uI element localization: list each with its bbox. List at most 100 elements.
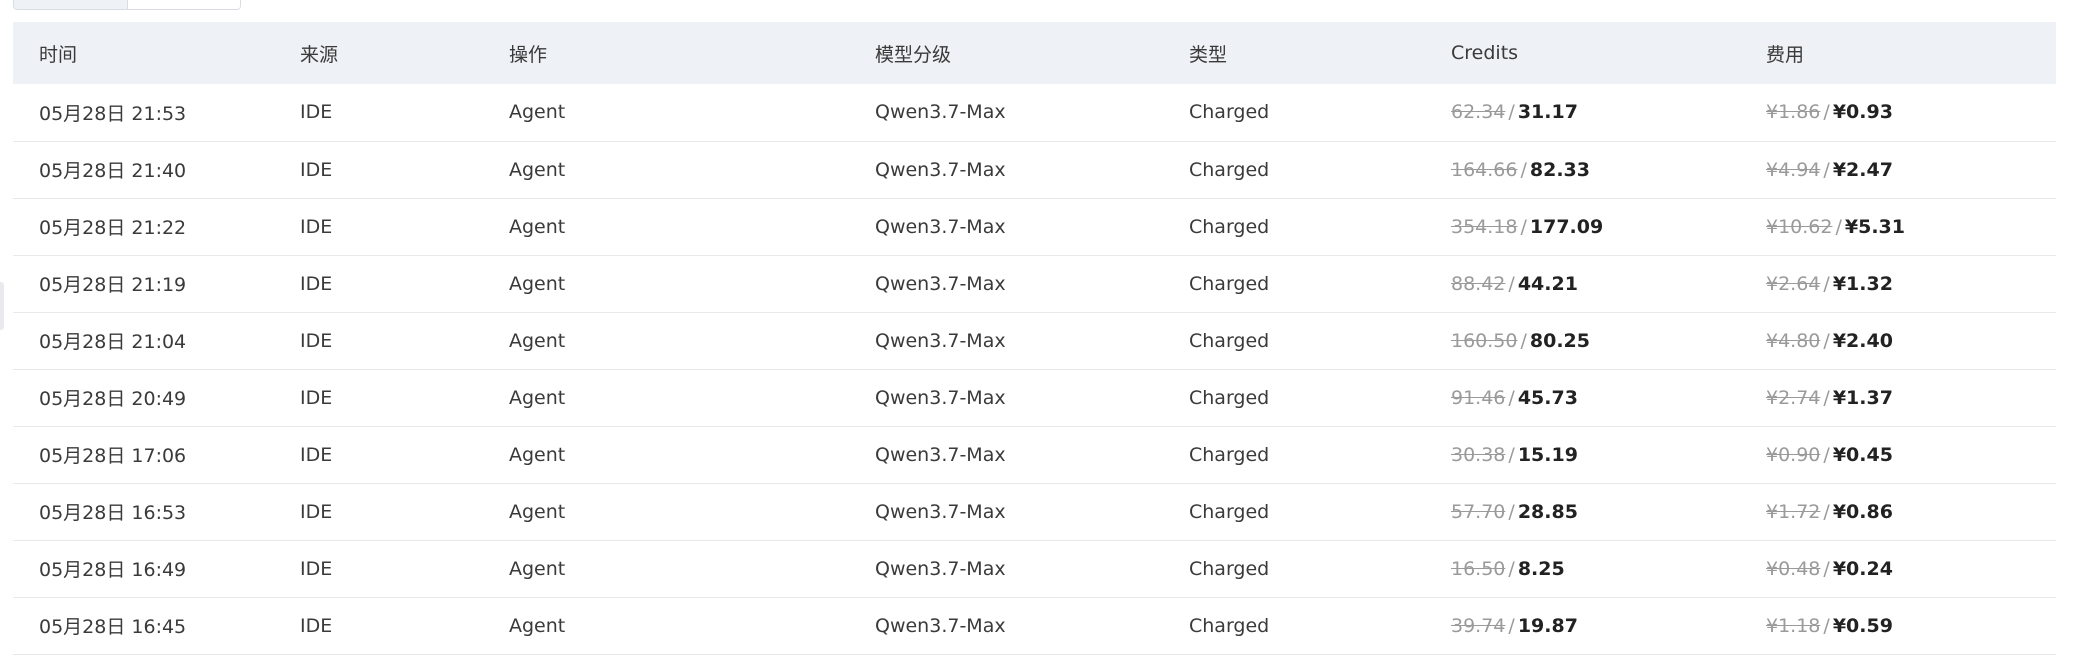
credits-original: 39.74 [1451, 614, 1506, 637]
credits-original: 16.50 [1451, 557, 1506, 580]
cell-type: Charged [1189, 386, 1270, 409]
cell-source: IDE [300, 557, 333, 580]
table-row: 05月28日 21:22 IDE Agent Qwen3.7-Max Charg… [13, 198, 2056, 255]
separator: / [1508, 557, 1515, 580]
cell-source: IDE [300, 386, 333, 409]
cell-model: Qwen3.7-Max [875, 329, 1006, 352]
cell-source: IDE [300, 272, 333, 295]
cell-credits: 91.46/45.73 [1425, 369, 1740, 426]
cell-fee: ¥4.94/¥2.47 [1740, 141, 2056, 198]
credits-actual: 177.09 [1529, 215, 1604, 238]
cell-model: Qwen3.7-Max [875, 386, 1006, 409]
fee-actual: ¥1.37 [1832, 386, 1893, 409]
fee-actual: ¥1.32 [1832, 272, 1893, 295]
cell-model: Qwen3.7-Max [875, 101, 1006, 124]
cell-fee: ¥2.74/¥1.37 [1740, 369, 2056, 426]
fee-original: ¥4.80 [1766, 329, 1821, 352]
cell-operation: Agent [509, 443, 566, 466]
credits-actual: 45.73 [1517, 386, 1578, 409]
segment-tab-1[interactable] [14, 0, 128, 9]
credits-actual: 44.21 [1517, 272, 1578, 295]
fee-original: ¥0.90 [1766, 443, 1821, 466]
cell-time: 05月28日 21:19 [39, 274, 187, 296]
segment-tab-2[interactable] [127, 0, 240, 9]
credits-actual: 8.25 [1517, 557, 1565, 580]
cell-source: IDE [300, 443, 333, 466]
cell-fee: ¥1.86/¥0.93 [1740, 84, 2056, 141]
cell-fee: ¥1.18/¥0.59 [1740, 597, 2056, 654]
header-operation: 操作 [509, 43, 548, 66]
table-header: 时间 来源 操作 模型分级 类型 Credits 费用 [13, 22, 2056, 84]
cell-type: Charged [1189, 557, 1270, 580]
table-row: 05月28日 21:53 IDE Agent Qwen3.7-Max Charg… [13, 84, 2056, 141]
cell-operation: Agent [509, 614, 566, 637]
separator: / [1823, 101, 1830, 124]
credits-actual: 15.19 [1517, 443, 1578, 466]
cell-fee: ¥10.62/¥5.31 [1740, 198, 2056, 255]
cell-operation: Agent [509, 329, 566, 352]
fee-actual: ¥0.86 [1832, 500, 1893, 523]
separator: / [1835, 215, 1842, 238]
header-row: 时间 来源 操作 模型分级 类型 Credits 费用 [13, 22, 2056, 84]
cell-fee: ¥4.80/¥2.40 [1740, 312, 2056, 369]
cell-source: IDE [300, 158, 333, 181]
fee-actual: ¥2.40 [1832, 329, 1893, 352]
separator: / [1508, 101, 1515, 124]
cell-source: IDE [300, 329, 333, 352]
fee-original: ¥2.74 [1766, 386, 1821, 409]
cell-model: Qwen3.7-Max [875, 500, 1006, 523]
separator: / [1823, 386, 1830, 409]
usage-table-container: 时间 来源 操作 模型分级 类型 Credits 费用 05月28日 21:53… [13, 22, 2056, 655]
cell-model: Qwen3.7-Max [875, 272, 1006, 295]
cell-source: IDE [300, 500, 333, 523]
fee-original: ¥2.64 [1766, 272, 1821, 295]
fee-actual: ¥0.59 [1832, 614, 1893, 637]
cell-credits: 354.18/177.09 [1425, 198, 1740, 255]
credits-actual: 28.85 [1517, 500, 1578, 523]
cell-type: Charged [1189, 272, 1270, 295]
segmented-control [13, 0, 241, 10]
table-row: 05月28日 21:04 IDE Agent Qwen3.7-Max Charg… [13, 312, 2056, 369]
header-credits: Credits [1451, 42, 1519, 64]
scroll-handle[interactable] [0, 282, 4, 330]
separator: / [1520, 215, 1527, 238]
cell-source: IDE [300, 101, 333, 124]
separator: / [1508, 443, 1515, 466]
credits-original: 30.38 [1451, 443, 1506, 466]
cell-operation: Agent [509, 557, 566, 580]
cell-time: 05月28日 17:06 [39, 445, 187, 467]
cell-source: IDE [300, 614, 333, 637]
fee-actual: ¥0.93 [1832, 101, 1893, 124]
credits-original: 57.70 [1451, 500, 1506, 523]
fee-original: ¥0.48 [1766, 557, 1821, 580]
cell-type: Charged [1189, 101, 1270, 124]
credits-original: 62.34 [1451, 101, 1506, 124]
cell-fee: ¥2.64/¥1.32 [1740, 255, 2056, 312]
table-row: 05月28日 21:19 IDE Agent Qwen3.7-Max Charg… [13, 255, 2056, 312]
credits-actual: 80.25 [1529, 329, 1590, 352]
table-body: 05月28日 21:53 IDE Agent Qwen3.7-Max Charg… [13, 84, 2056, 654]
cell-operation: Agent [509, 215, 566, 238]
cell-credits: 88.42/44.21 [1425, 255, 1740, 312]
cell-credits: 57.70/28.85 [1425, 483, 1740, 540]
header-type: 类型 [1189, 43, 1228, 66]
header-fee: 费用 [1766, 43, 1805, 66]
cell-time: 05月28日 21:04 [39, 331, 187, 353]
credits-original: 88.42 [1451, 272, 1506, 295]
cell-fee: ¥1.72/¥0.86 [1740, 483, 2056, 540]
cell-time: 05月28日 21:53 [39, 102, 187, 125]
table-row: 05月28日 21:40 IDE Agent Qwen3.7-Max Charg… [13, 141, 2056, 198]
fee-actual: ¥0.45 [1832, 443, 1893, 466]
cell-credits: 39.74/19.87 [1425, 597, 1740, 654]
fee-actual: ¥5.31 [1844, 215, 1905, 238]
separator: / [1508, 272, 1515, 295]
cell-operation: Agent [509, 500, 566, 523]
cell-model: Qwen3.7-Max [875, 614, 1006, 637]
fee-original: ¥1.86 [1766, 101, 1821, 124]
cell-type: Charged [1189, 500, 1270, 523]
separator: / [1823, 500, 1830, 523]
cell-operation: Agent [509, 101, 566, 124]
header-source: 来源 [300, 43, 339, 66]
fee-actual: ¥0.24 [1832, 557, 1893, 580]
cell-model: Qwen3.7-Max [875, 158, 1006, 181]
